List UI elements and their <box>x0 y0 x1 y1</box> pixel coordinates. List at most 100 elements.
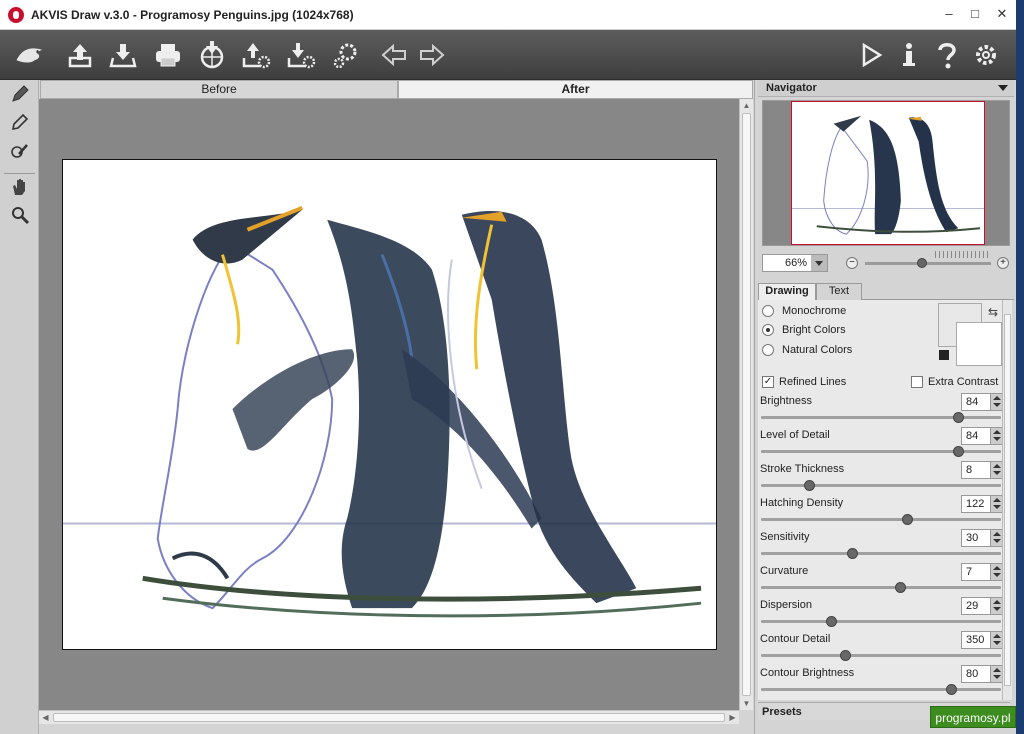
param-slider[interactable] <box>761 480 1001 491</box>
param-slider[interactable] <box>761 514 1001 525</box>
eraser-tool-button[interactable] <box>8 110 32 134</box>
spin-arrows-icon[interactable] <box>990 496 1002 512</box>
mode-monochrome[interactable]: Monochrome <box>762 303 846 319</box>
param-value-field[interactable]: 84 <box>961 427 1003 445</box>
collapse-arrow-icon[interactable] <box>998 85 1008 91</box>
natural-colors-radio[interactable] <box>762 344 774 356</box>
param-slider-thumb[interactable] <box>804 480 815 491</box>
param-value-field[interactable]: 80 <box>961 665 1003 683</box>
param-slider-thumb[interactable] <box>847 548 859 559</box>
open-image-button[interactable] <box>62 37 98 73</box>
publish-button[interactable] <box>194 37 230 73</box>
maximize-button[interactable]: □ <box>966 5 984 23</box>
mode-natural-colors[interactable]: Natural Colors <box>762 342 852 358</box>
navigator-header[interactable]: Navigator <box>758 80 1014 97</box>
monochrome-radio[interactable] <box>762 305 774 317</box>
scroll-left-arrow-icon[interactable]: ◀ <box>39 711 52 724</box>
param-slider[interactable] <box>761 446 1001 457</box>
spin-arrows-icon[interactable] <box>990 462 1002 478</box>
refined-lines-checkbox[interactable]: ✓ <box>762 376 774 388</box>
line-color-swatch[interactable] <box>956 322 1002 366</box>
zoom-tool-button[interactable] <box>8 203 32 227</box>
info-icon <box>903 43 915 66</box>
pencil-tool-button[interactable] <box>8 82 32 106</box>
param-slider[interactable] <box>761 650 1001 661</box>
canvas-vertical-scrollbar[interactable]: ▲ ▼ <box>739 99 753 710</box>
view-tabs: Before After <box>39 80 753 99</box>
param-slider-thumb[interactable] <box>840 650 851 661</box>
extra-contrast-checkbox[interactable] <box>911 376 923 388</box>
spin-arrows-icon[interactable] <box>990 598 1002 614</box>
settings-scrollbar[interactable] <box>1002 300 1012 700</box>
scroll-up-arrow-icon[interactable]: ▲ <box>740 99 753 112</box>
horizontal-scroll-thumb[interactable] <box>53 713 725 722</box>
param-slider-thumb[interactable] <box>825 616 837 627</box>
save-settings-button[interactable] <box>283 37 319 73</box>
param-value-field[interactable]: 29 <box>961 597 1003 615</box>
param-slider[interactable] <box>761 412 1001 423</box>
image-canvas[interactable] <box>39 99 739 710</box>
param-label: Sensitivity <box>760 531 810 543</box>
zoom-out-button[interactable]: − <box>846 257 858 269</box>
param-slider-thumb[interactable] <box>945 684 957 695</box>
tab-drawing[interactable]: Drawing <box>758 283 816 300</box>
hand-tool-button[interactable] <box>8 175 32 199</box>
save-image-button[interactable] <box>105 37 141 73</box>
param-value-field[interactable]: 84 <box>961 393 1003 411</box>
scroll-down-arrow-icon[interactable]: ▼ <box>740 697 753 710</box>
spin-arrows-icon[interactable] <box>990 394 1002 410</box>
spin-arrows-icon[interactable] <box>990 666 1002 682</box>
print-button[interactable] <box>150 37 186 73</box>
history-brush-button[interactable] <box>8 138 32 162</box>
tab-after[interactable]: After <box>398 80 753 99</box>
extra-contrast-option[interactable]: Extra Contrast <box>911 374 998 390</box>
undo-button[interactable] <box>376 37 412 73</box>
vertical-scroll-thumb[interactable] <box>742 113 751 696</box>
param-slider-thumb[interactable] <box>902 514 914 525</box>
info-button[interactable] <box>891 37 927 73</box>
spin-arrows-icon[interactable] <box>990 428 1002 444</box>
preferences-button[interactable] <box>328 37 364 73</box>
mode-bright-colors[interactable]: Bright Colors <box>762 322 846 338</box>
zoom-field[interactable]: 66% <box>762 254 828 272</box>
minimize-button[interactable]: – <box>940 5 958 23</box>
reset-colors-icon[interactable] <box>939 350 949 360</box>
zoom-in-button[interactable]: + <box>997 257 1009 269</box>
spin-arrows-icon[interactable] <box>990 564 1002 580</box>
swap-colors-icon[interactable]: ⇆ <box>988 305 998 319</box>
load-settings-icon <box>242 43 271 69</box>
param-value-field[interactable]: 122 <box>961 495 1003 513</box>
param-slider-thumb[interactable] <box>895 582 907 593</box>
tab-text[interactable]: Text <box>816 283 862 300</box>
settings-button[interactable] <box>968 37 1004 73</box>
param-value-field[interactable]: 7 <box>961 563 1003 581</box>
canvas-horizontal-scrollbar[interactable]: ◀ ▶ <box>39 710 739 724</box>
navigator-preview[interactable] <box>762 100 1010 246</box>
spin-arrows-icon[interactable] <box>990 530 1002 546</box>
spin-arrows-icon[interactable] <box>990 632 1002 648</box>
param-slider[interactable] <box>761 616 1001 627</box>
refined-lines-option[interactable]: ✓ Refined Lines <box>762 374 846 390</box>
param-value-field[interactable]: 350 <box>961 631 1003 649</box>
param-contour-detail: Contour Detail 350 <box>758 631 1010 665</box>
zoom-slider-thumb[interactable] <box>916 258 927 268</box>
load-settings-button[interactable] <box>238 37 274 73</box>
param-value-field[interactable]: 30 <box>961 529 1003 547</box>
param-slider[interactable] <box>761 548 1001 559</box>
param-slider-thumb[interactable] <box>952 412 964 423</box>
settings-scroll-thumb[interactable] <box>1004 314 1011 686</box>
param-value-field[interactable]: 8 <box>961 461 1003 479</box>
run-button[interactable] <box>853 37 889 73</box>
tab-before[interactable]: Before <box>40 80 398 99</box>
bright-colors-radio[interactable] <box>762 324 774 336</box>
param-slider[interactable] <box>761 684 1001 695</box>
help-button[interactable] <box>929 37 965 73</box>
zoom-dropdown-icon[interactable] <box>811 255 827 271</box>
param-slider[interactable] <box>761 582 1001 593</box>
zoom-slider[interactable] <box>865 258 991 268</box>
param-value: 8 <box>966 464 973 476</box>
redo-button[interactable] <box>414 37 450 73</box>
param-slider-thumb[interactable] <box>952 446 964 457</box>
scroll-right-arrow-icon[interactable]: ▶ <box>726 711 739 724</box>
close-button[interactable]: ✕ <box>993 5 1011 23</box>
